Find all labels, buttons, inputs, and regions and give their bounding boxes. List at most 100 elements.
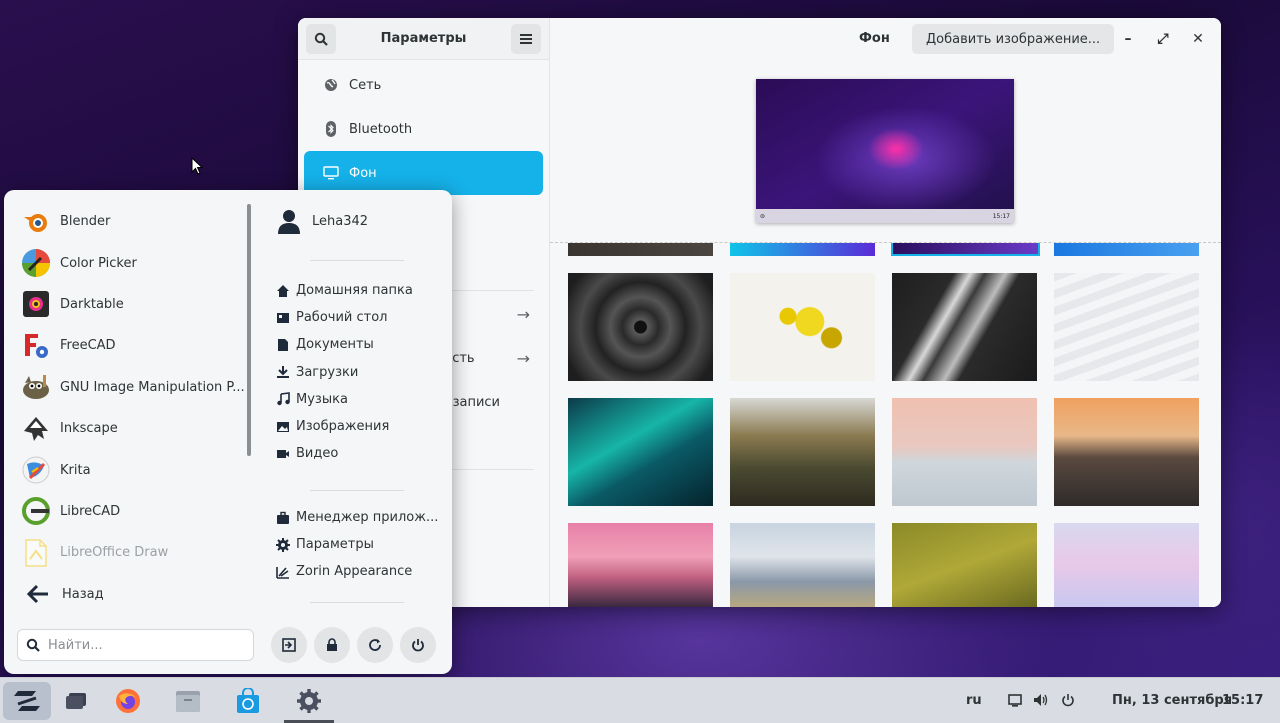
taskbar-firefox-button[interactable]	[104, 682, 152, 720]
system-label: Менеджер прилож...	[296, 510, 439, 526]
app-item-inkscape[interactable]: Inkscape	[20, 408, 250, 449]
place-music[interactable]: Музыка	[276, 386, 446, 413]
app-list: Blender Color Picker Darktable FreeCAD G…	[20, 201, 250, 574]
place-documents[interactable]: Документы	[276, 331, 446, 358]
system-software-manager[interactable]: Менеджер прилож...	[276, 504, 446, 531]
taskbar-files-button[interactable]	[164, 682, 212, 720]
firefox-icon	[116, 689, 140, 713]
system-label: Параметры	[296, 537, 374, 553]
date-display[interactable]: Пн, 13 сентября	[1112, 693, 1232, 708]
app-item-krita[interactable]: Krita	[20, 449, 250, 490]
wallpaper-thumb[interactable]	[568, 398, 713, 506]
nav-item-background[interactable]: Фон	[304, 151, 543, 195]
taskbar-windows-button[interactable]	[52, 682, 100, 720]
wallpaper-thumb[interactable]	[568, 523, 713, 607]
arrow-left-icon	[26, 584, 48, 604]
search-field[interactable]: Найти...	[17, 629, 254, 661]
nav-item-network[interactable]: Сеть	[304, 63, 543, 107]
briefcase-icon	[277, 511, 289, 524]
place-videos[interactable]: Видео	[276, 440, 446, 467]
wallpaper-thumb[interactable]	[1054, 273, 1199, 381]
power-button[interactable]	[400, 627, 436, 663]
nav-arrow: →	[516, 304, 530, 324]
gimp-icon	[20, 371, 52, 403]
restart-icon	[369, 639, 381, 651]
settings-content: Фон Добавить изображение... – ⤢ ✕ ⊜ 15:1…	[550, 18, 1221, 607]
user-name: Leha342	[312, 213, 369, 229]
zorin-logo-icon	[14, 691, 40, 711]
place-home[interactable]: Домашняя папка	[276, 277, 446, 304]
maximize-button[interactable]: ⤢	[1154, 30, 1172, 48]
lock-button[interactable]	[314, 627, 350, 663]
place-desktop[interactable]: Рабочий стол	[276, 304, 446, 331]
place-label: Загрузки	[296, 364, 359, 380]
screen-icon[interactable]	[1007, 692, 1023, 708]
app-item-darktable[interactable]: Darktable	[20, 284, 250, 325]
system-settings[interactable]: Параметры	[276, 531, 446, 558]
logout-button[interactable]	[271, 627, 307, 663]
taskbar-settings-button[interactable]	[285, 682, 333, 720]
app-item-librecad[interactable]: LibreCAD	[20, 491, 250, 532]
app-list-scrollbar[interactable]	[247, 204, 251, 456]
clock-display[interactable]: 15:17	[1222, 693, 1263, 708]
page-title: Фон	[859, 31, 890, 46]
zorin-menu-button[interactable]	[3, 682, 51, 720]
taskbar: ru Пн, 13 сентября 15:17	[0, 677, 1280, 723]
folder-icon	[176, 691, 200, 712]
home-icon	[277, 284, 289, 297]
app-item-blender[interactable]: Blender	[20, 201, 250, 242]
search-button[interactable]	[306, 23, 336, 54]
back-button[interactable]: Назад	[26, 584, 104, 604]
music-icon	[277, 392, 290, 406]
monitor-icon	[323, 165, 339, 181]
power-menu-icon[interactable]	[1060, 692, 1076, 708]
restart-button[interactable]	[357, 627, 393, 663]
user-row[interactable]: Leha342	[276, 208, 368, 234]
wallpaper-thumb[interactable]	[1054, 243, 1199, 256]
actions-separator	[310, 602, 404, 603]
image-icon	[277, 421, 289, 432]
download-icon	[277, 366, 289, 379]
place-pictures[interactable]: Изображения	[276, 413, 446, 440]
search-icon	[26, 638, 40, 652]
place-downloads[interactable]: Загрузки	[276, 359, 446, 386]
app-label: Inkscape	[60, 421, 118, 437]
app-item-libreoffice-draw[interactable]: LibreOffice Draw	[20, 532, 250, 573]
taskbar-software-button[interactable]	[224, 682, 272, 720]
app-item-color-picker[interactable]: Color Picker	[20, 242, 250, 283]
close-button[interactable]: ✕	[1189, 30, 1207, 48]
minimize-button[interactable]: –	[1119, 30, 1137, 48]
wallpaper-thumb[interactable]	[892, 398, 1037, 506]
wallpaper-thumb[interactable]	[730, 523, 875, 607]
app-item-gimp[interactable]: GNU Image Manipulation P...	[20, 367, 250, 408]
nav-label: Bluetooth	[349, 121, 413, 137]
add-image-button[interactable]: Добавить изображение...	[912, 24, 1115, 54]
wallpaper-thumb[interactable]	[1054, 398, 1199, 506]
wallpaper-thumb[interactable]	[892, 273, 1037, 381]
language-indicator[interactable]: ru	[966, 693, 982, 708]
search-placeholder: Найти...	[48, 637, 103, 653]
menu-button[interactable]	[511, 23, 541, 54]
wallpaper-thumb[interactable]	[730, 273, 875, 381]
app-item-freecad[interactable]: FreeCAD	[20, 325, 250, 366]
wallpaper-thumb-selected[interactable]	[891, 243, 1040, 256]
app-label: Blender	[60, 214, 111, 230]
desktop-icon	[277, 312, 289, 323]
place-label: Изображения	[296, 419, 390, 435]
wallpaper-thumb[interactable]	[568, 273, 713, 381]
appearance-icon	[276, 566, 289, 579]
volume-icon[interactable]	[1033, 692, 1049, 708]
app-label: Color Picker	[60, 255, 137, 271]
system-zorin-appearance[interactable]: Zorin Appearance	[276, 558, 446, 585]
wallpaper-thumb[interactable]	[730, 398, 875, 506]
wallpaper-thumb[interactable]	[730, 243, 875, 256]
sidebar-header: Параметры	[298, 18, 549, 60]
nav-item-bluetooth[interactable]: Bluetooth	[304, 107, 543, 151]
wallpaper-thumb[interactable]	[1054, 523, 1199, 607]
librecad-icon	[20, 495, 52, 527]
color-picker-icon	[20, 247, 52, 279]
wallpaper-thumb[interactable]	[568, 243, 713, 256]
nav-partial-label: записи	[452, 394, 500, 410]
system-separator	[310, 490, 404, 491]
wallpaper-thumb[interactable]	[892, 523, 1037, 607]
